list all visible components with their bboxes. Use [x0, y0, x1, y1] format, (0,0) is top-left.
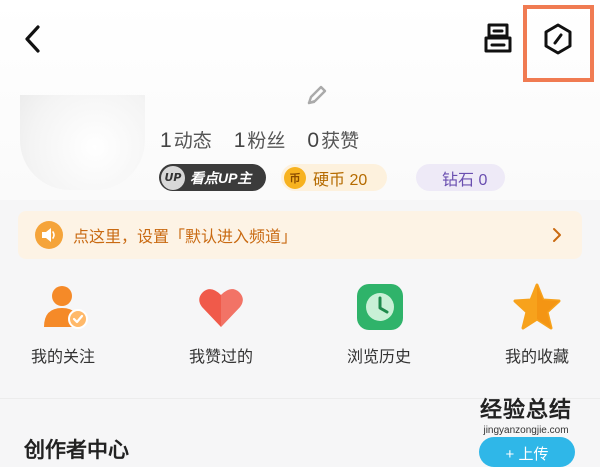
coins-label: 硬币 20 [313, 171, 368, 189]
default-channel-notice[interactable]: 点这里，设置「默认进入频道」 [18, 211, 582, 259]
diamonds-label: 钻石 0 [442, 171, 488, 189]
pencil-icon [307, 85, 327, 105]
shortcut-grid: 我的关注 我赞过的 浏览历史 我的收藏 [0, 283, 600, 378]
heart-icon [199, 289, 243, 327]
coin-icon: 币 [284, 166, 306, 189]
watermark-url: jingyanzongjie.com [483, 425, 569, 436]
shortcut-favorites-label: 我的收藏 [504, 349, 569, 366]
stat-likes-count: 0 [307, 129, 320, 152]
shortcut-following[interactable]: 我的关注 [3, 283, 123, 378]
speaker-icon [35, 221, 63, 249]
document-box-icon [484, 23, 512, 53]
site-watermark: 经验总结 jingyanzongjie.com [456, 398, 596, 450]
shortcut-liked-label: 我赞过的 [188, 349, 253, 366]
settings-hexagon-icon [544, 23, 572, 55]
shortcut-history-label: 浏览历史 [346, 349, 411, 366]
coins-badge[interactable]: 币 硬币 20 [281, 164, 387, 191]
up-creator-badge[interactable]: UP 看点UP主 [159, 164, 266, 191]
notice-text: 点这里，设置「默认进入频道」 [73, 229, 298, 246]
back-button[interactable] [18, 22, 48, 56]
clock-icon [357, 284, 403, 330]
shortcut-favorites[interactable]: 我的收藏 [477, 283, 597, 378]
shortcut-history[interactable]: 浏览历史 [319, 283, 439, 378]
follow-person-icon [44, 286, 88, 329]
watermark-title: 经验总结 [479, 398, 572, 423]
star-icon [513, 283, 561, 330]
stat-likes[interactable]: 0 获赞 [307, 126, 359, 154]
stat-followers-count: 1 [233, 129, 246, 152]
creator-center-title: 创作者中心 [24, 439, 129, 462]
stat-followers-label: 粉丝 [247, 131, 286, 152]
up-icon: UP [161, 165, 185, 190]
drafts-button[interactable] [481, 21, 515, 55]
shortcut-liked[interactable]: 我赞过的 [161, 283, 281, 378]
stat-posts-label: 动态 [173, 131, 212, 152]
diamonds-badge[interactable]: 钻石 0 [416, 164, 505, 191]
stat-posts[interactable]: 1 动态 [160, 126, 212, 154]
chevron-right-icon [553, 228, 561, 242]
profile-stats: 1 动态 1 粉丝 0 获赞 [160, 126, 359, 154]
stat-likes-label: 获赞 [321, 131, 360, 152]
up-creator-label: 看点UP主 [190, 169, 252, 186]
stat-followers[interactable]: 1 粉丝 [234, 126, 286, 154]
avatar[interactable] [20, 95, 145, 190]
chevron-left-icon [25, 25, 40, 53]
stat-posts-count: 1 [160, 129, 172, 152]
shortcut-following-label: 我的关注 [30, 349, 95, 366]
settings-button[interactable] [541, 22, 575, 56]
edit-profile-button[interactable] [304, 82, 330, 108]
